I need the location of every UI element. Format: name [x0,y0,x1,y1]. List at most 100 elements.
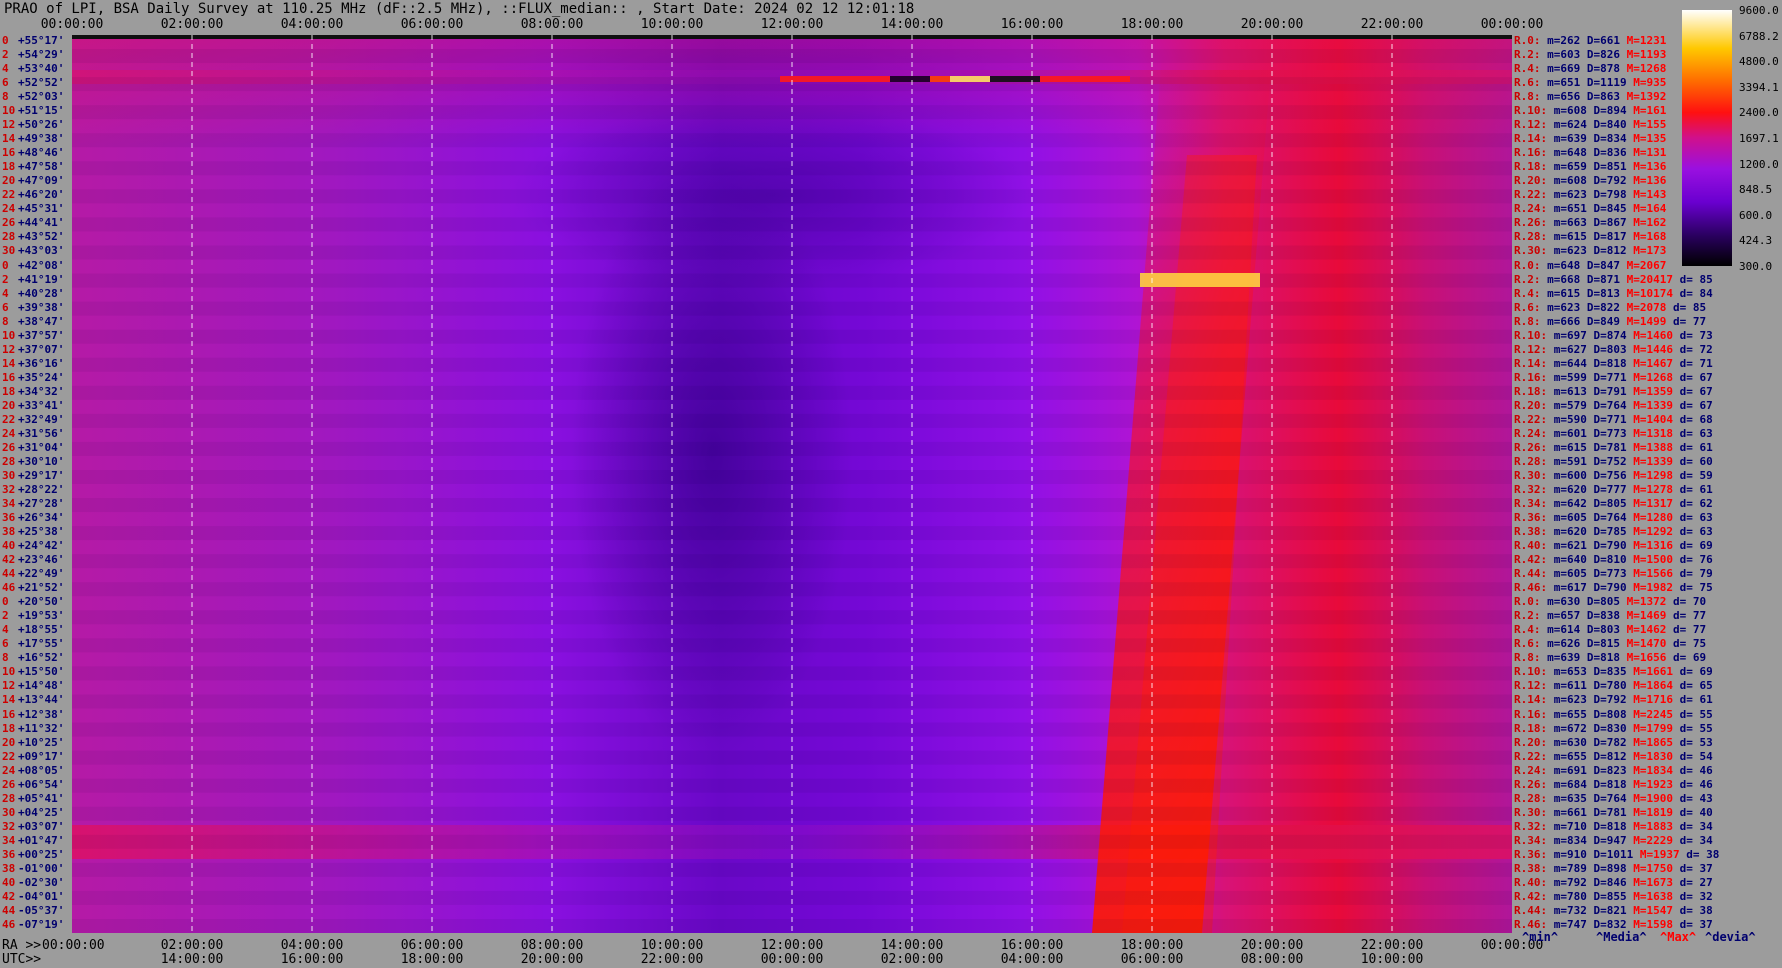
declination-row: 16 +12°38' [2,709,64,720]
stats-max: M=1404 [1626,412,1673,426]
stats-receiver: R.6: [1514,637,1541,651]
stats-deviation: d= 73 [1672,328,1713,342]
stats-receiver: R.20: [1514,398,1548,412]
row-declination: +45°31' [18,202,65,216]
stats-receiver: R.4: [1514,62,1541,76]
colorbar-tick-label: 600.0 [1739,208,1773,222]
stats-median: D=898 [1586,861,1627,875]
colorbar-tick-label: 1200.0 [1739,157,1779,171]
declination-row: 40 +24°42' [2,540,64,551]
heatmap-plot [72,35,1512,933]
row-index: 2 [2,272,9,286]
stats-row: R.6: m=623 D=822 M=2078 d= 85 [1514,302,1706,313]
stats-receiver: R.40: [1514,875,1548,889]
stats-row: R.2: m=657 D=838 M=1469 d= 77 [1514,610,1706,621]
stats-max: M=1673 [1626,875,1673,889]
declination-row: 26 +31°04' [2,442,64,453]
stats-min: m=640 [1547,553,1587,567]
declination-row: 24 +31°56' [2,428,64,439]
row-index: 42 [2,889,16,903]
stats-max: M=168 [1626,230,1667,244]
stats-deviation: d= 46 [1672,763,1713,777]
stats-receiver: R.10: [1514,665,1548,679]
stats-min: m=668 [1540,272,1581,286]
row-index: 26 [2,216,16,230]
stats-min: m=623 [1540,300,1581,314]
bottom-utc-tick: 04:00:00 [1000,952,1064,967]
stats-max: M=131 [1626,146,1667,160]
bottom-ra-tick: 10:00:00 [640,938,704,953]
stats-max: M=1470 [1620,637,1667,651]
row-index: 28 [2,454,16,468]
stats-row: R.6: m=651 D=1119 M=935 [1514,77,1666,88]
stats-receiver: R.20: [1514,174,1548,188]
stats-min: m=910 [1547,847,1587,861]
row-declination: +46°20' [18,188,65,202]
row-index: 16 [2,370,16,384]
row-index: 20 [2,398,16,412]
legend-item: ^devia^ [1705,930,1756,944]
stats-deviation: d= 63 [1672,525,1713,539]
stats-median: D=785 [1586,525,1627,539]
stats-deviation: d= 55 [1672,721,1713,735]
stats-max: M=1318 [1626,426,1673,440]
row-declination: +49°38' [18,132,65,146]
stats-median: D=849 [1580,314,1620,328]
declination-row: 8 +16°52' [2,652,64,663]
declination-row: 20 +47°09' [2,175,64,186]
top-tick-label: 04:00:00 [280,17,344,32]
stats-deviation: d= 69 [1672,539,1713,553]
stats-row: R.20: m=579 D=764 M=1339 d= 67 [1514,400,1713,411]
row-declination: +42°08' [18,258,65,272]
stats-median: D=773 [1586,567,1627,581]
stats-min: m=626 [1540,637,1581,651]
rfi-spot [780,76,890,82]
stats-row: R.24: m=691 D=823 M=1834 d= 46 [1514,765,1713,776]
stats-max: M=1819 [1626,805,1673,819]
stats-max: M=1316 [1626,539,1673,553]
declination-row: 44 +22°49' [2,568,64,579]
declination-row: 4 +18°55' [2,624,64,635]
declination-row: 34 +01°47' [2,835,64,846]
stats-min: m=590 [1547,412,1587,426]
stats-row: R.10: m=653 D=835 M=1661 d= 69 [1514,666,1713,677]
row-declination: -05°37' [18,903,65,917]
stats-min: m=614 [1540,623,1581,637]
stats-min: m=613 [1547,384,1587,398]
stats-min: m=672 [1547,721,1587,735]
row-index: 4 [2,286,9,300]
declination-row: 22 +46°20' [2,189,64,200]
stats-min: m=648 [1540,258,1581,272]
stats-receiver: R.28: [1514,230,1548,244]
stats-min: m=615 [1547,230,1587,244]
stats-deviation: d= 53 [1672,735,1713,749]
stats-max: M=1359 [1626,384,1673,398]
stats-row: R.0: m=630 D=805 M=1372 d= 70 [1514,596,1706,607]
row-declination: +53°40' [18,62,65,76]
declination-row: 6 +39°38' [2,302,64,313]
bottom-ra-tick: 00:00:00 [42,938,105,953]
stats-row: R.12: m=611 D=780 M=1864 d= 65 [1514,680,1713,691]
top-tick-label: 14:00:00 [880,17,944,32]
row-declination: +36°16' [18,356,65,370]
stats-min: m=623 [1547,188,1587,202]
colorbar-tick-label: 424.3 [1739,234,1773,248]
stats-min: m=691 [1547,763,1587,777]
stats-receiver: R.18: [1514,384,1548,398]
stats-row: R.46: m=617 D=790 M=1982 d= 75 [1514,582,1713,593]
stats-deviation: d= 46 [1672,777,1713,791]
rfi-spot [930,76,950,82]
stats-receiver: R.30: [1514,468,1548,482]
colorbar-tick-label: 300.0 [1739,260,1773,273]
row-index: 4 [2,623,9,637]
row-declination: +40°28' [18,286,65,300]
row-declination: +35°24' [18,370,65,384]
row-index: 18 [2,160,16,174]
declination-row: 8 +38°47' [2,316,64,327]
stats-receiver: R.4: [1514,623,1541,637]
row-index: 44 [2,903,16,917]
stats-min: m=591 [1547,454,1587,468]
stats-receiver: R.16: [1514,370,1548,384]
row-declination: +34°32' [18,384,65,398]
row-declination: +09°17' [18,749,65,763]
